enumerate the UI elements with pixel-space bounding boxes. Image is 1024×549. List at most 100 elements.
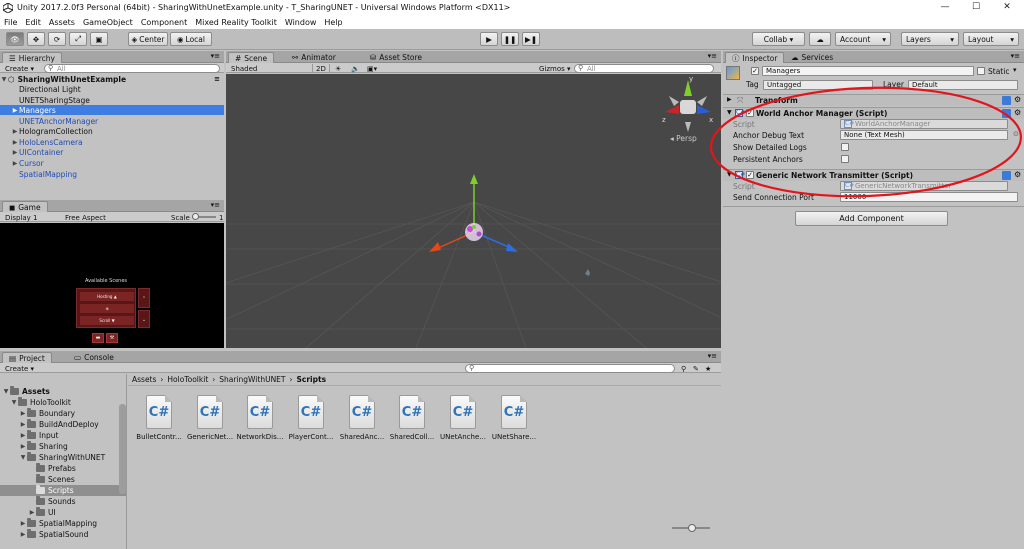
hierarchy-search-input[interactable]: All bbox=[44, 64, 220, 73]
expand-triangle-icon[interactable]: ▶ bbox=[19, 432, 27, 439]
panel-menu-icon[interactable]: ▾≡ bbox=[708, 352, 717, 360]
layers-dropdown[interactable]: Layers ▾ bbox=[901, 32, 959, 46]
menu-assets[interactable]: Assets bbox=[49, 18, 75, 27]
tree-item-input[interactable]: ▶ Input bbox=[0, 430, 126, 441]
gizmos-dropdown[interactable]: Gizmos ▾ bbox=[536, 64, 574, 73]
rect-tool-button[interactable]: ▣ bbox=[90, 32, 108, 46]
filter-label-icon[interactable]: ✎ bbox=[690, 364, 702, 373]
expand-triangle-icon[interactable]: ▶ bbox=[19, 531, 27, 538]
display-dropdown[interactable]: Display 1 bbox=[2, 213, 57, 222]
expand-triangle-icon[interactable]: ▼ bbox=[2, 388, 10, 395]
gameobject-active-checkbox[interactable]: ✓ bbox=[751, 67, 759, 75]
tab-hierarchy[interactable]: ☰ Hierarchy bbox=[2, 52, 62, 63]
tree-item-assets[interactable]: ▼ Assets bbox=[0, 386, 126, 397]
persp-label[interactable]: ◂ Persp bbox=[670, 134, 697, 143]
hierarchy-item-uicontainer[interactable]: ▶ UIContainer bbox=[0, 147, 224, 157]
project-search-input[interactable] bbox=[465, 364, 675, 373]
menu-help[interactable]: Help bbox=[324, 18, 342, 27]
game-view[interactable]: Available Scenes Hosting ▲ ⊕ Scroll ▼ ⌃ … bbox=[0, 223, 224, 348]
scroll-down-button[interactable]: ⌄ bbox=[138, 310, 150, 328]
scene-menu-icon[interactable]: ≡ bbox=[214, 75, 220, 83]
expand-triangle-icon[interactable]: ▶ bbox=[19, 421, 27, 428]
play-button[interactable]: ▶ bbox=[480, 32, 498, 46]
panel-menu-icon[interactable]: ▾≡ bbox=[708, 52, 717, 60]
close-button[interactable]: ✕ bbox=[992, 0, 1022, 15]
shading-mode-dropdown[interactable]: Shaded bbox=[228, 64, 308, 73]
hierarchy-item-hologramcollection[interactable]: ▶ HologramCollection bbox=[0, 126, 224, 136]
hierarchy-item-unetanchormanager[interactable]: UNETAnchorManager bbox=[0, 116, 224, 126]
static-dropdown-icon[interactable]: ▾ bbox=[1013, 66, 1017, 74]
file-unetanchormanager[interactable]: C# UNetAnche... bbox=[439, 395, 487, 445]
tree-item-scenes[interactable]: Scenes bbox=[0, 474, 126, 485]
panel-menu-icon[interactable]: ▾≡ bbox=[211, 201, 220, 209]
effects-toggle-icon[interactable]: ▣▾ bbox=[364, 64, 380, 73]
expand-triangle-icon[interactable]: ▶ bbox=[19, 410, 27, 417]
tab-inspector[interactable]: ⓘ Inspector bbox=[725, 52, 785, 63]
maximize-button[interactable]: ☐ bbox=[961, 0, 991, 15]
breadcrumb-sharingwithunet[interactable]: SharingWithUNET bbox=[219, 375, 285, 384]
file-sharedanchor[interactable]: C# SharedAnc... bbox=[338, 395, 386, 445]
aspect-dropdown[interactable]: Free Aspect bbox=[62, 213, 162, 222]
hierarchy-item-holocamera[interactable]: ▶ HoloLensCamera bbox=[0, 137, 224, 147]
scale-tool-button[interactable]: ⤢ bbox=[69, 32, 87, 46]
tree-item-boundary[interactable]: ▶ Boundary bbox=[0, 408, 126, 419]
panel-menu-icon[interactable]: ▾≡ bbox=[1011, 52, 1020, 60]
expand-triangle-icon[interactable]: ▶ bbox=[19, 443, 27, 450]
scale-slider-thumb[interactable] bbox=[192, 213, 199, 220]
scene-list-item[interactable]: Scroll ▼ bbox=[80, 316, 134, 325]
hierarchy-create-dropdown[interactable]: Create ▾ bbox=[2, 64, 37, 73]
account-dropdown[interactable]: Account ▾ bbox=[835, 32, 891, 46]
audio-toggle-icon[interactable]: 🔈 bbox=[348, 64, 363, 73]
pivot-center-button[interactable]: ◈ Center bbox=[128, 32, 168, 46]
file-bulletcontroller[interactable]: C# BulletContr... bbox=[135, 395, 183, 445]
favorite-star-icon[interactable]: ★ bbox=[702, 364, 714, 373]
hierarchy-item-cursor[interactable]: ▶ Cursor bbox=[0, 158, 224, 168]
pivot-local-button[interactable]: ◉ Local bbox=[170, 32, 212, 46]
tree-item-ui[interactable]: ▶ UI bbox=[0, 507, 126, 518]
filter-type-icon[interactable]: ⚲ bbox=[678, 364, 689, 373]
scene-view[interactable]: y z x ◂ Persp bbox=[226, 74, 721, 348]
transform-gizmo[interactable] bbox=[429, 174, 518, 252]
tab-game[interactable]: ◼ Game bbox=[2, 201, 48, 212]
expand-triangle-icon[interactable]: ▼ bbox=[19, 454, 27, 461]
panel-menu-icon[interactable]: ▾≡ bbox=[211, 52, 220, 60]
icon-size-slider[interactable] bbox=[672, 524, 710, 532]
small-object[interactable] bbox=[585, 269, 590, 276]
hierarchy-item-spatialmapping[interactable]: SpatialMapping bbox=[0, 169, 224, 179]
scene-search-input[interactable]: All bbox=[574, 64, 714, 73]
2d-toggle[interactable]: 2D bbox=[312, 64, 330, 73]
file-sharedcollection[interactable]: C# SharedColl... bbox=[388, 395, 436, 445]
breadcrumb-scripts[interactable]: Scripts bbox=[297, 375, 327, 384]
scene-list-item[interactable]: Hosting ▲ bbox=[80, 292, 134, 301]
expand-triangle-icon[interactable]: ▶ bbox=[19, 520, 27, 527]
expand-triangle-icon[interactable]: ▶ bbox=[11, 160, 19, 167]
expand-triangle-icon[interactable]: ▶ bbox=[11, 149, 19, 156]
pause-button[interactable]: ❚❚ bbox=[501, 32, 519, 46]
tree-item-spatialmapping[interactable]: ▶ SpatialMapping bbox=[0, 518, 126, 529]
tree-item-sharing[interactable]: ▶ Sharing bbox=[0, 441, 126, 452]
file-genericnetworktransmitter[interactable]: C# GenericNet... bbox=[186, 395, 234, 445]
hierarchy-item-directional-light[interactable]: Directional Light bbox=[0, 84, 224, 94]
game-minus-button[interactable]: ▬ bbox=[92, 333, 104, 343]
cloud-button[interactable]: ☁ bbox=[809, 32, 831, 46]
game-hammer-button[interactable]: ⚒ bbox=[106, 333, 118, 343]
tab-console[interactable]: ▭ Console bbox=[68, 352, 120, 363]
lighting-toggle-icon[interactable]: ☀ bbox=[332, 64, 344, 73]
expand-triangle-icon[interactable]: ▶ bbox=[11, 128, 19, 135]
static-checkbox[interactable] bbox=[977, 67, 985, 75]
menu-component[interactable]: Component bbox=[141, 18, 187, 27]
hand-tool-button[interactable]: 👁 bbox=[6, 32, 24, 46]
project-create-dropdown[interactable]: Create ▾ bbox=[2, 364, 37, 373]
scene-list-item[interactable]: ⊕ bbox=[80, 304, 134, 313]
expand-triangle-icon[interactable]: ▶ bbox=[28, 509, 36, 516]
file-playercontroller[interactable]: C# PlayerCont... bbox=[287, 395, 335, 445]
scale-slider[interactable] bbox=[192, 213, 216, 220]
tab-project[interactable]: ▤ Project bbox=[2, 352, 52, 363]
tree-item-sharingwithunet[interactable]: ▼ SharingWithUNET bbox=[0, 452, 126, 463]
add-component-button[interactable]: Add Component bbox=[795, 211, 948, 226]
tree-scrollbar[interactable] bbox=[119, 404, 126, 494]
minimize-button[interactable]: — bbox=[930, 0, 960, 15]
tree-item-sounds[interactable]: Sounds bbox=[0, 496, 126, 507]
menu-file[interactable]: File bbox=[4, 18, 17, 27]
tree-item-buildanddeploy[interactable]: ▶ BuildAndDeploy bbox=[0, 419, 126, 430]
